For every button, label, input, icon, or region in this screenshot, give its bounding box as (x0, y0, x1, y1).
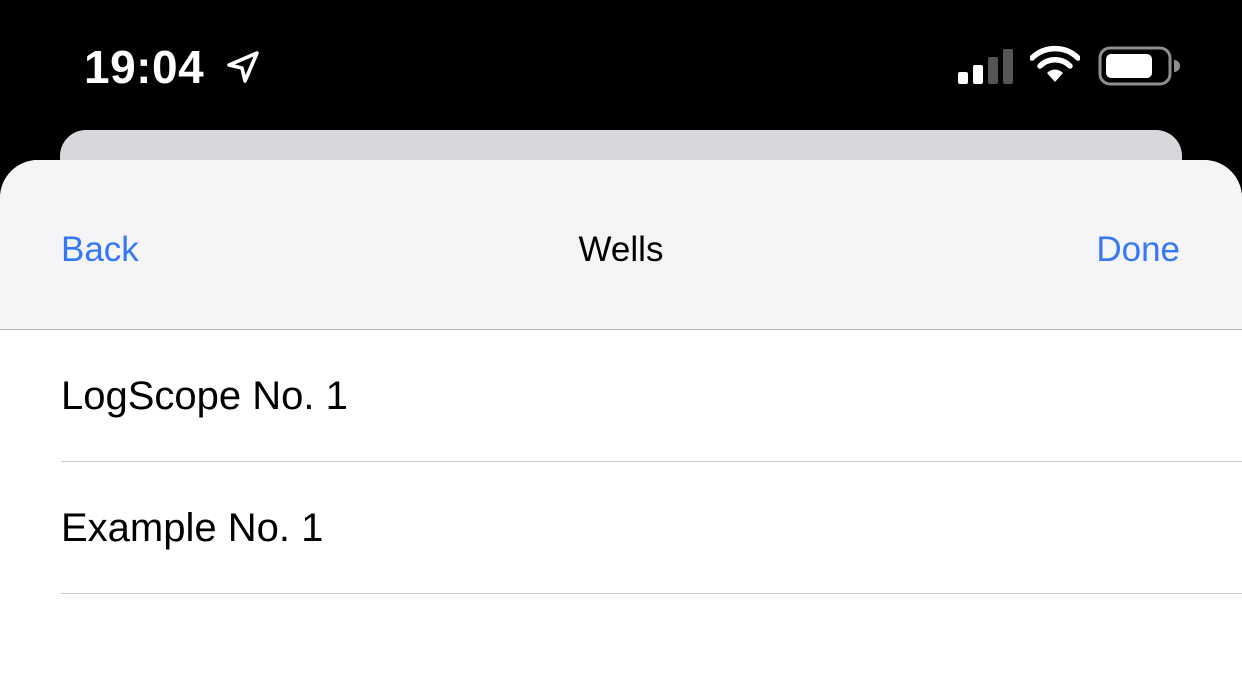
battery-icon (1098, 46, 1180, 86)
list-item-label: LogScope No. 1 (61, 374, 348, 418)
page-title: Wells (578, 230, 664, 269)
wifi-icon (1030, 45, 1080, 82)
list-item[interactable]: Example No. 1 (0, 462, 1242, 594)
wells-list: LogScope No. 1 Example No. 1 (0, 330, 1242, 594)
cellular-signal-icon (958, 49, 1013, 84)
navigation-bar: Back Wells Done (0, 160, 1242, 330)
phone-screen: 19:04 Back Wells Done LogScope No. 1 Exa… (0, 0, 1242, 696)
list-item[interactable]: LogScope No. 1 (0, 330, 1242, 462)
wells-sheet: Back Wells Done LogScope No. 1 Example N… (0, 160, 1242, 696)
location-arrow-icon (227, 51, 259, 83)
status-time: 19:04 (84, 41, 205, 93)
done-button[interactable]: Done (1096, 228, 1180, 272)
list-item-label: Example No. 1 (61, 506, 324, 550)
status-bar: 19:04 (0, 0, 1242, 130)
